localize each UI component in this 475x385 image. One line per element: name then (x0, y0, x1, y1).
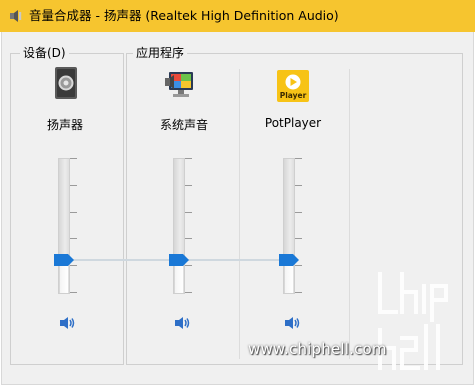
potplayer-volume-tick (295, 158, 302, 159)
device-volume-slider-thumb[interactable] (54, 254, 74, 266)
window-title: 音量合成器 - 扬声器 (Realtek High Definition Aud… (29, 8, 339, 23)
device-volume-tick (70, 292, 77, 293)
system-sounds-volume-tick (185, 292, 192, 293)
system-sounds-volume-slider-thumb[interactable] (169, 254, 189, 266)
potplayer-volume-slider-thumb[interactable] (279, 254, 299, 266)
speaker-device-icon[interactable] (49, 66, 83, 100)
title-bar[interactable]: 音量合成器 - 扬声器 (Realtek High Definition Aud… (0, 0, 475, 32)
system-sounds-volume-tick (185, 212, 192, 213)
system-sounds-volume-tick (185, 158, 192, 159)
column-separator (239, 69, 240, 359)
app-name-system-sounds: 系统声音 (159, 118, 208, 132)
device-mute-button[interactable] (58, 315, 76, 331)
applications-group-label: 应用程序 (133, 46, 188, 60)
column-separator (349, 69, 350, 359)
potplayer-volume-tick (295, 292, 302, 293)
potplayer-icon-label: Player (280, 91, 307, 100)
system-sounds-volume-tick (185, 185, 192, 186)
system-sounds-icon[interactable] (164, 68, 198, 102)
potplayer-volume-slider-track[interactable] (283, 158, 295, 294)
device-volume-tick (70, 238, 77, 239)
device-volume-tick (70, 158, 77, 159)
device-volume-slider-track[interactable] (58, 158, 70, 294)
potplayer-icon[interactable]: Player (276, 69, 310, 103)
speaker-icon (10, 10, 22, 22)
potplayer-volume-tick (295, 212, 302, 213)
device-volume-tick (70, 212, 77, 213)
system-sounds-mute-button[interactable] (173, 315, 191, 331)
watermark-text: www.chiphell.com (248, 340, 387, 358)
potplayer-volume-tick (295, 238, 302, 239)
potplayer-volume-tick (295, 185, 302, 186)
device-group-label: 设备(D) (20, 46, 69, 60)
system-sounds-volume-tick (185, 238, 192, 239)
chiphell-logo (378, 272, 448, 370)
potplayer-mute-button[interactable] (283, 315, 301, 331)
app-name-potplayer: PotPlayer (264, 116, 322, 130)
system-sounds-volume-slider-track[interactable] (173, 158, 185, 294)
device-volume-tick (70, 185, 77, 186)
device-name: 扬声器 (46, 118, 83, 132)
